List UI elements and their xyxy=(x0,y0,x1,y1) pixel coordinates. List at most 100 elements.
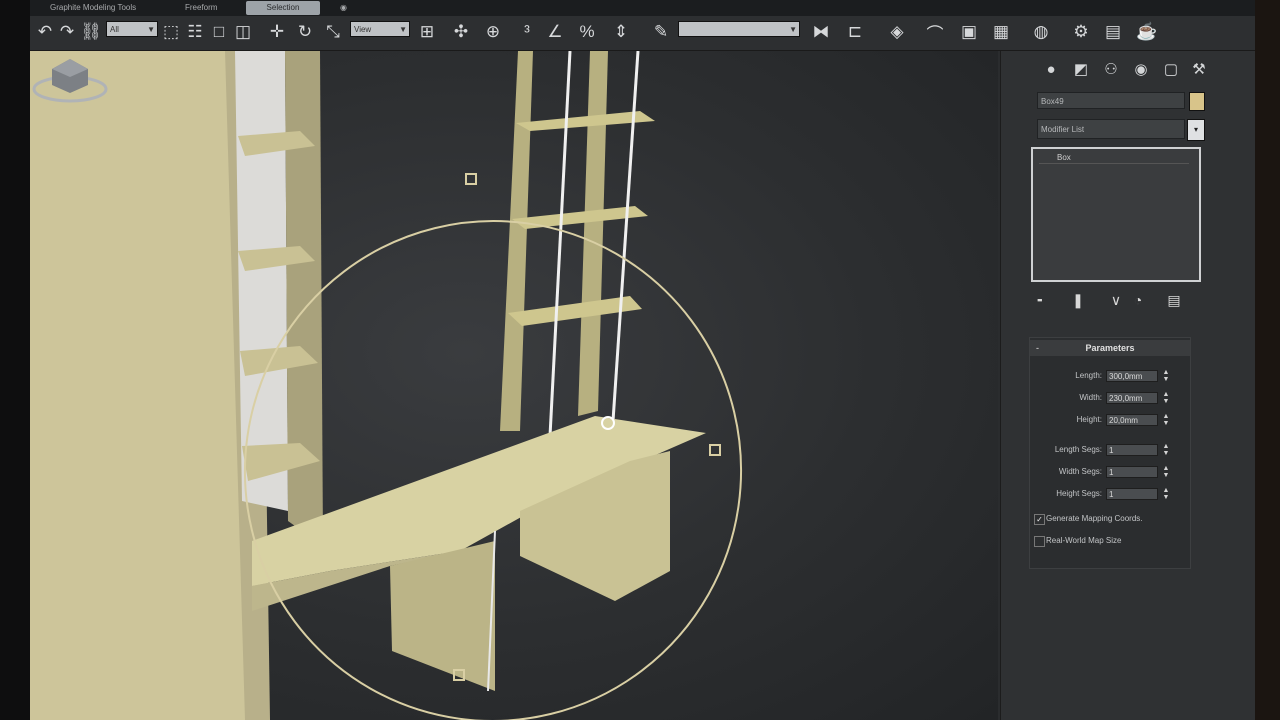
length-label: Length: xyxy=(1075,371,1102,380)
stack-toolbar: ╸ ❚ ∨ ◔ ▤ xyxy=(1031,289,1201,311)
pivot-center-icon[interactable]: ⊞ xyxy=(414,19,440,45)
create-tab-icon[interactable]: ● xyxy=(1039,57,1063,81)
selection-filter-value: All xyxy=(110,25,119,34)
real-world-checkbox[interactable] xyxy=(1034,536,1045,547)
length-spinner[interactable]: ▲ ▼ xyxy=(1162,369,1170,383)
width-row: Width: 230,0mm ▲ ▼ xyxy=(1030,390,1190,406)
height-segs-row: Height Segs: 1 ▲ ▼ xyxy=(1030,486,1190,502)
monitor-bezel-right xyxy=(1255,0,1280,720)
selected-box-edge-right xyxy=(611,51,640,422)
height-spinner[interactable]: ▲ ▼ xyxy=(1162,413,1170,427)
display-tab-icon[interactable]: ▢ xyxy=(1159,57,1183,81)
motion-tab-icon[interactable]: ◉ xyxy=(1129,57,1153,81)
width-spinner[interactable]: ▲ ▼ xyxy=(1162,391,1170,405)
mirror-icon[interactable]: ⧓ xyxy=(808,19,834,45)
width-label: Width: xyxy=(1079,393,1102,402)
scale-icon[interactable]: ⤡ xyxy=(320,19,346,45)
chevron-down-icon: ▼ xyxy=(399,25,407,34)
percent-snap-icon[interactable]: % xyxy=(574,19,600,45)
snap-icon[interactable]: ³ xyxy=(514,19,540,45)
chevron-down-icon: ▼ xyxy=(147,25,155,34)
monitor-bezel-left xyxy=(0,0,30,720)
material-editor-icon[interactable]: ▦ xyxy=(988,19,1014,45)
height-input[interactable]: 20,0mm xyxy=(1106,414,1158,426)
length-segs-row: Length Segs: 1 ▲ ▼ xyxy=(1030,442,1190,458)
length-segs-spinner[interactable]: ▲ ▼ xyxy=(1162,443,1170,457)
rect-region-icon[interactable]: □ xyxy=(206,19,232,45)
rotate-icon[interactable]: ↻ xyxy=(292,19,318,45)
remove-modifier-icon[interactable]: ◔ xyxy=(1127,289,1149,311)
tower-left-post xyxy=(500,51,533,431)
tab-selection[interactable]: Selection xyxy=(246,1,320,15)
ref-coord-value: View xyxy=(354,25,372,34)
left-shelf-side xyxy=(285,51,323,546)
tower-right-post xyxy=(578,51,608,416)
selected-box-edge-left xyxy=(548,51,572,437)
stack-item-box[interactable]: Box xyxy=(1039,152,1189,164)
tab-freeform[interactable]: Freeform xyxy=(185,1,225,15)
parameters-rollout-header[interactable]: - Parameters xyxy=(1030,340,1190,356)
move-icon[interactable]: ✛ xyxy=(264,19,290,45)
teapot-icon[interactable]: ☕ xyxy=(1134,19,1160,45)
collapse-icon: - xyxy=(1036,343,1039,353)
link-icon[interactable]: ⛓ xyxy=(78,19,104,45)
width-input[interactable]: 230,0mm xyxy=(1106,392,1158,404)
modifier-list-dropdown[interactable]: Modifier List xyxy=(1037,119,1185,139)
length-row: Length: 300,0mm ▲ ▼ xyxy=(1030,368,1190,384)
ribbon-tab-bar: Graphite Modeling Tools Freeform Selecti… xyxy=(30,0,1255,16)
rendered-frame-icon[interactable]: ⚙ xyxy=(1068,19,1094,45)
selection-filter-dropdown[interactable]: All ▼ xyxy=(106,21,158,37)
height-segs-spinner[interactable]: ▲ ▼ xyxy=(1162,487,1170,501)
object-color-swatch[interactable] xyxy=(1189,92,1205,111)
ref-coord-dropdown[interactable]: View ▼ xyxy=(350,21,410,37)
utilities-tab-icon[interactable]: ⚒ xyxy=(1187,57,1211,81)
tab-graphite-modeling-tools[interactable]: Graphite Modeling Tools xyxy=(50,1,160,15)
perspective-viewport[interactable] xyxy=(30,51,998,720)
gizmo-handle-top[interactable] xyxy=(465,173,477,185)
length-segs-input[interactable]: 1 xyxy=(1106,444,1158,456)
configure-sets-icon[interactable]: ▤ xyxy=(1163,289,1185,311)
layer-manager-icon[interactable]: ◈ xyxy=(884,19,910,45)
edit-named-sets-icon[interactable]: ✎ xyxy=(648,19,674,45)
width-segs-input[interactable]: 1 xyxy=(1106,466,1158,478)
select-object-icon[interactable]: ⬚ xyxy=(158,19,184,45)
make-unique-icon[interactable]: ∨ xyxy=(1105,289,1127,311)
spinner-snap-icon[interactable]: ⇕ xyxy=(608,19,634,45)
schematic-view-icon[interactable]: ▣ xyxy=(956,19,982,45)
select-by-name-icon[interactable]: ☷ xyxy=(182,19,208,45)
width-segs-spinner[interactable]: ▲ ▼ xyxy=(1162,465,1170,479)
select-manipulate-icon[interactable]: ✣ xyxy=(448,19,474,45)
redo-icon[interactable]: ↷ xyxy=(54,19,80,45)
named-selection-field[interactable]: ▼ xyxy=(678,21,800,37)
ribbon-options-icon[interactable]: ◉ xyxy=(340,1,354,15)
angle-snap-icon[interactable]: ∠ xyxy=(542,19,568,45)
viewcube-icon[interactable] xyxy=(30,51,110,111)
modifier-stack: Box xyxy=(1031,147,1201,282)
left-shelf-back xyxy=(235,51,288,511)
window-crossing-icon[interactable]: ◫ xyxy=(230,19,256,45)
gen-mapping-checkbox[interactable]: ✓ xyxy=(1034,514,1045,525)
render-setup-icon[interactable]: ◍ xyxy=(1028,19,1054,45)
scene-geometry xyxy=(30,51,743,720)
parameters-title: Parameters xyxy=(1085,343,1135,353)
align-icon[interactable]: ⊏ xyxy=(842,19,868,45)
pin-stack-icon[interactable]: ╸ xyxy=(1031,289,1053,311)
curve-editor-icon[interactable]: ⌒ xyxy=(922,19,948,45)
modify-tab-icon[interactable]: ◩ xyxy=(1069,57,1093,81)
gizmo-handle-right[interactable] xyxy=(709,444,721,456)
real-world-label: Real-World Map Size xyxy=(1046,536,1122,545)
height-segs-input[interactable]: 1 xyxy=(1106,488,1158,500)
hierarchy-tab-icon[interactable]: ⚇ xyxy=(1099,57,1123,81)
gen-mapping-label: Generate Mapping Coords. xyxy=(1046,514,1143,523)
left-wall-panel xyxy=(30,51,260,720)
command-panel: ● ◩ ⚇ ◉ ▢ ⚒ Box49 Modifier List ▾ Box ╸ … xyxy=(1000,51,1255,720)
object-name-field[interactable]: Box49 xyxy=(1037,92,1185,109)
width-segs-row: Width Segs: 1 ▲ ▼ xyxy=(1030,464,1190,480)
length-input[interactable]: 300,0mm xyxy=(1106,370,1158,382)
show-end-result-icon[interactable]: ❚ xyxy=(1067,289,1089,311)
keyboard-shortcut-icon[interactable]: ⊕ xyxy=(480,19,506,45)
length-segs-label: Length Segs: xyxy=(1054,445,1102,454)
main-toolbar: ↶ ↷ ⛓ All ▼ ⬚ ☷ □ ◫ ✛ ↻ ⤡ View ▼ ⊞ ✣ ⊕ ³ ∠… xyxy=(30,16,1255,51)
chevron-down-icon[interactable]: ▾ xyxy=(1187,119,1205,141)
render-icon[interactable]: ▤ xyxy=(1100,19,1126,45)
